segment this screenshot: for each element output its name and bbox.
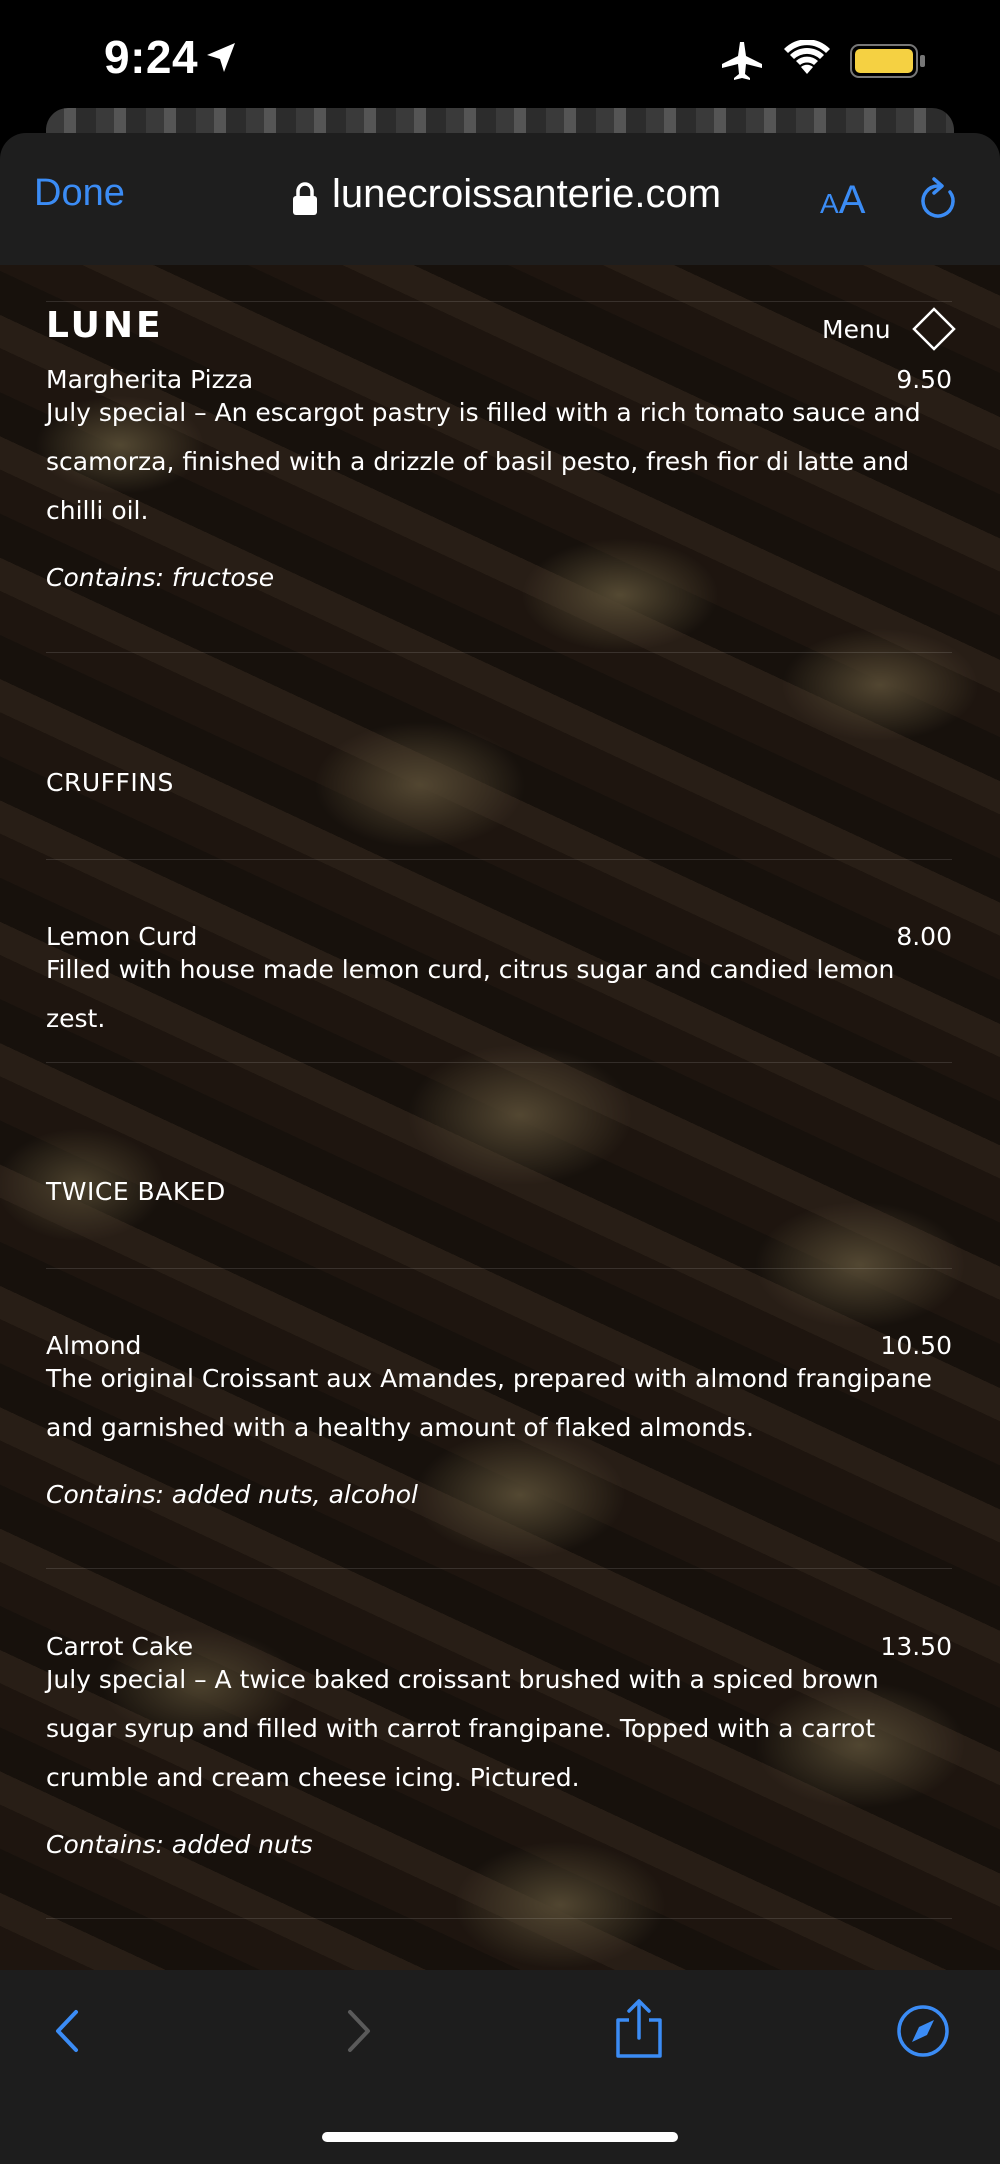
text-size-small-glyph: A [820,188,839,219]
compass-icon[interactable] [896,2004,950,2058]
menu-item-description: July special – A twice baked croissant b… [46,1665,879,1792]
menu-item-description: July special – An escargot pastry is fil… [46,398,921,525]
status-bar: 9:24 [0,0,1000,120]
url-text[interactable]: lunecroissanterie.com [332,172,721,217]
web-content[interactable]: LUNE Menu Margherita Pizza 9.50 July spe… [0,265,1000,1970]
site-logo[interactable]: LUNE [46,305,164,346]
text-size-button[interactable]: AA [820,178,865,223]
divider [46,301,952,302]
divider [46,652,952,653]
forward-icon[interactable] [338,2006,378,2056]
divider [46,859,952,860]
back-icon[interactable] [48,2006,88,2056]
reload-icon[interactable] [916,176,960,224]
status-time: 9:24 [104,31,199,83]
done-button[interactable]: Done [34,172,125,215]
menu-item-allergens: Contains: fructose [46,563,275,592]
airplane-icon [722,42,762,80]
menu-item-description: The original Croissant aux Amandes, prep… [46,1364,933,1442]
site-menu-link[interactable]: Menu [822,315,891,344]
menu-diamond-icon[interactable] [912,307,956,351]
location-arrow-icon [207,43,235,72]
section-heading-twice-baked: TWICE BAKED [46,1177,226,1206]
lock-icon [293,182,317,215]
menu-item-description: Filled with house made lemon curd, citru… [46,955,895,1033]
divider [46,1568,952,1569]
section-heading-cruffins: CRUFFINS [46,768,174,797]
divider [46,1268,952,1269]
battery-icon [850,44,925,78]
home-indicator[interactable] [322,2132,678,2142]
divider [46,1062,952,1063]
wifi-icon [784,40,830,74]
divider [46,1918,952,1919]
menu-item-allergens: Contains: added nuts, alcohol [46,1480,418,1509]
text-size-large-glyph: A [838,178,866,222]
menu-item-allergens: Contains: added nuts [46,1830,313,1859]
share-icon[interactable] [612,1998,666,2060]
